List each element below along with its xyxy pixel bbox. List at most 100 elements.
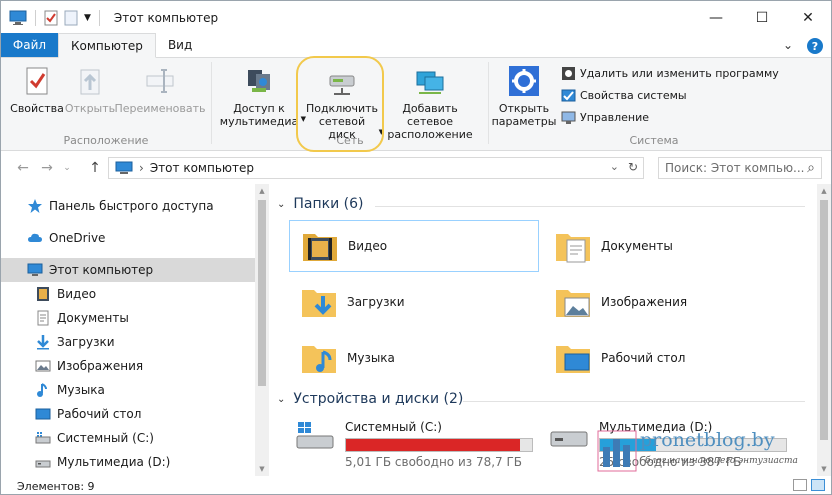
status-bar: Элементов: 9 bbox=[1, 478, 831, 494]
nav-item-drive-d[interactable]: Мультимедиа (D:) bbox=[1, 450, 255, 474]
folders-section-header[interactable]: ⌄ Папки (6) bbox=[277, 196, 364, 212]
up-arrow-icon[interactable]: ↑ bbox=[85, 160, 105, 176]
uninstall-program-button[interactable]: Удалить или изменить программу bbox=[561, 66, 779, 81]
tab-view[interactable]: Вид bbox=[156, 33, 204, 57]
nav-item-desktop[interactable]: Рабочий стол bbox=[1, 402, 255, 426]
ribbon-panel: Свойства Открыть Переименовать Расположе… bbox=[1, 56, 831, 152]
nav-scroll-up-icon[interactable]: ▲ bbox=[255, 184, 269, 198]
folder-tile-music[interactable]: Музыка bbox=[289, 332, 539, 384]
nav-label-drive-d: Мультимедиа (D:) bbox=[57, 455, 171, 469]
forward-arrow-icon[interactable]: → bbox=[37, 160, 57, 176]
title-separator-2 bbox=[98, 9, 100, 26]
new-folder-quick-icon[interactable] bbox=[64, 10, 78, 26]
folder-tile-desktop[interactable]: Рабочий стол bbox=[543, 332, 793, 384]
folder-tile-documents[interactable]: Документы bbox=[543, 220, 793, 272]
highlight-ring-annotation bbox=[296, 56, 384, 152]
content-scrollbar[interactable]: ▲ ▼ bbox=[817, 184, 831, 476]
tab-computer[interactable]: Компьютер bbox=[58, 33, 156, 58]
search-placeholder: Поиск: Этот компью... bbox=[665, 161, 805, 175]
refresh-icon[interactable]: ↻ bbox=[625, 160, 641, 176]
maximize-button[interactable]: ☐ bbox=[739, 1, 785, 34]
rename-button[interactable]: Переименовать bbox=[114, 64, 206, 115]
nav-item-pictures[interactable]: Изображения bbox=[1, 354, 255, 378]
nav-label-video: Видео bbox=[57, 287, 97, 301]
system-properties-button[interactable]: Свойства системы bbox=[561, 88, 687, 103]
nav-item-this-pc[interactable]: Этот компьютер bbox=[1, 258, 255, 282]
ribbon-tabs: Файл Компьютер Вид ⌄ ? bbox=[1, 33, 831, 58]
open-settings-button[interactable]: Открыть параметры bbox=[491, 64, 557, 128]
close-button[interactable]: ✕ bbox=[785, 1, 831, 34]
cloud-icon bbox=[28, 233, 42, 242]
nav-label-onedrive: OneDrive bbox=[49, 231, 106, 245]
music-icon bbox=[37, 383, 47, 397]
add-network-location-button[interactable]: Добавить сетевое расположение bbox=[382, 64, 478, 141]
close-icon: ✕ bbox=[802, 9, 814, 26]
drive-d-icon bbox=[550, 431, 588, 447]
tab-file[interactable]: Файл bbox=[1, 33, 58, 57]
nav-label-downloads: Загрузки bbox=[57, 335, 115, 349]
properties-icon bbox=[26, 67, 48, 95]
minimize-button[interactable]: — bbox=[693, 1, 739, 34]
content-scroll-down-icon[interactable]: ▼ bbox=[817, 462, 831, 476]
back-arrow-icon[interactable]: ← bbox=[13, 160, 33, 176]
content-scroll-up-icon[interactable]: ▲ bbox=[817, 184, 831, 198]
ribbon-group-system: Открыть параметры Удалить или изменить п… bbox=[489, 58, 829, 151]
uninstall-label: Удалить или изменить программу bbox=[580, 67, 779, 80]
address-bar[interactable]: › Этот компьютер ⌄ ↻ bbox=[108, 157, 644, 179]
computer-icon bbox=[27, 263, 43, 276]
media-access-label-1: Доступ к bbox=[233, 102, 285, 115]
pictures-folder-icon bbox=[556, 290, 590, 317]
folder-tile-downloads[interactable]: Загрузки bbox=[289, 276, 539, 328]
content-scroll-thumb[interactable] bbox=[820, 200, 828, 440]
drives-section-header[interactable]: ⌄ Устройства и диски (2) bbox=[277, 391, 463, 407]
nav-item-quick-access[interactable]: Панель быстрого доступа bbox=[1, 194, 255, 218]
manage-button[interactable]: Управление bbox=[561, 110, 649, 125]
nav-item-downloads[interactable]: Загрузки bbox=[1, 330, 255, 354]
folder-label-pictures: Изображения bbox=[601, 295, 688, 309]
video-folder-icon bbox=[303, 234, 337, 261]
nav-label-this-pc: Этот компьютер bbox=[49, 263, 154, 277]
ribbon-collapse-icon[interactable]: ⌄ bbox=[783, 38, 793, 54]
tiles-view-icon[interactable] bbox=[811, 479, 825, 491]
folders-header-text: Папки (6) bbox=[293, 196, 364, 212]
drives-section-line bbox=[463, 401, 805, 402]
properties-button[interactable]: Свойства bbox=[10, 64, 64, 115]
address-path[interactable]: Этот компьютер bbox=[150, 161, 254, 175]
nav-item-drive-c[interactable]: Системный (C:) bbox=[1, 426, 255, 450]
folder-tile-video[interactable]: Видео bbox=[289, 220, 539, 272]
folder-tile-pictures[interactable]: Изображения bbox=[543, 276, 793, 328]
rename-label: Переименовать bbox=[114, 102, 206, 115]
folder-label-video: Видео bbox=[348, 239, 388, 253]
address-dropdown-icon[interactable]: ⌄ bbox=[610, 160, 619, 173]
search-input[interactable]: Поиск: Этот компью... ⌕ bbox=[658, 157, 822, 179]
details-view-icon[interactable] bbox=[793, 479, 807, 491]
nav-label-drive-c: Системный (C:) bbox=[57, 431, 154, 445]
recent-locations-icon[interactable]: ⌄ bbox=[57, 163, 77, 173]
desktop-folder-icon bbox=[556, 346, 590, 373]
folder-label-downloads: Загрузки bbox=[347, 295, 405, 309]
nav-label-pictures: Изображения bbox=[57, 359, 144, 373]
documents-folder-icon bbox=[556, 234, 590, 263]
open-button[interactable]: Открыть bbox=[65, 64, 115, 115]
quick-access-dropdown-icon[interactable]: ▼ bbox=[84, 13, 91, 23]
system-properties-icon bbox=[561, 89, 576, 102]
properties-quick-icon[interactable] bbox=[44, 10, 58, 26]
network-location-icon bbox=[416, 71, 444, 94]
drive-c-usage-fill bbox=[346, 439, 521, 451]
search-icon[interactable]: ⌕ bbox=[807, 160, 815, 176]
manage-label: Управление bbox=[580, 111, 650, 124]
help-icon[interactable]: ? bbox=[807, 38, 823, 54]
open-settings-label-2: параметры bbox=[491, 115, 557, 128]
nav-pane-scrollbar[interactable]: ▲ ▼ bbox=[255, 184, 269, 476]
window-title: Этот компьютер bbox=[113, 10, 219, 25]
nav-item-music[interactable]: Музыка bbox=[1, 378, 255, 402]
drive-tile-c[interactable]: Системный (C:) 5,01 ГБ свободно из 78,7 … bbox=[295, 420, 533, 469]
folder-label-documents: Документы bbox=[601, 239, 673, 253]
nav-scroll-down-icon[interactable]: ▼ bbox=[255, 462, 269, 476]
nav-item-documents[interactable]: Документы bbox=[1, 306, 255, 330]
downloads-icon bbox=[37, 335, 49, 350]
nav-item-video[interactable]: Видео bbox=[1, 282, 255, 306]
media-access-button[interactable]: Доступ к мультимедиа ▼ bbox=[216, 64, 306, 128]
nav-item-onedrive[interactable]: OneDrive bbox=[1, 226, 255, 250]
nav-scroll-thumb[interactable] bbox=[258, 200, 266, 386]
